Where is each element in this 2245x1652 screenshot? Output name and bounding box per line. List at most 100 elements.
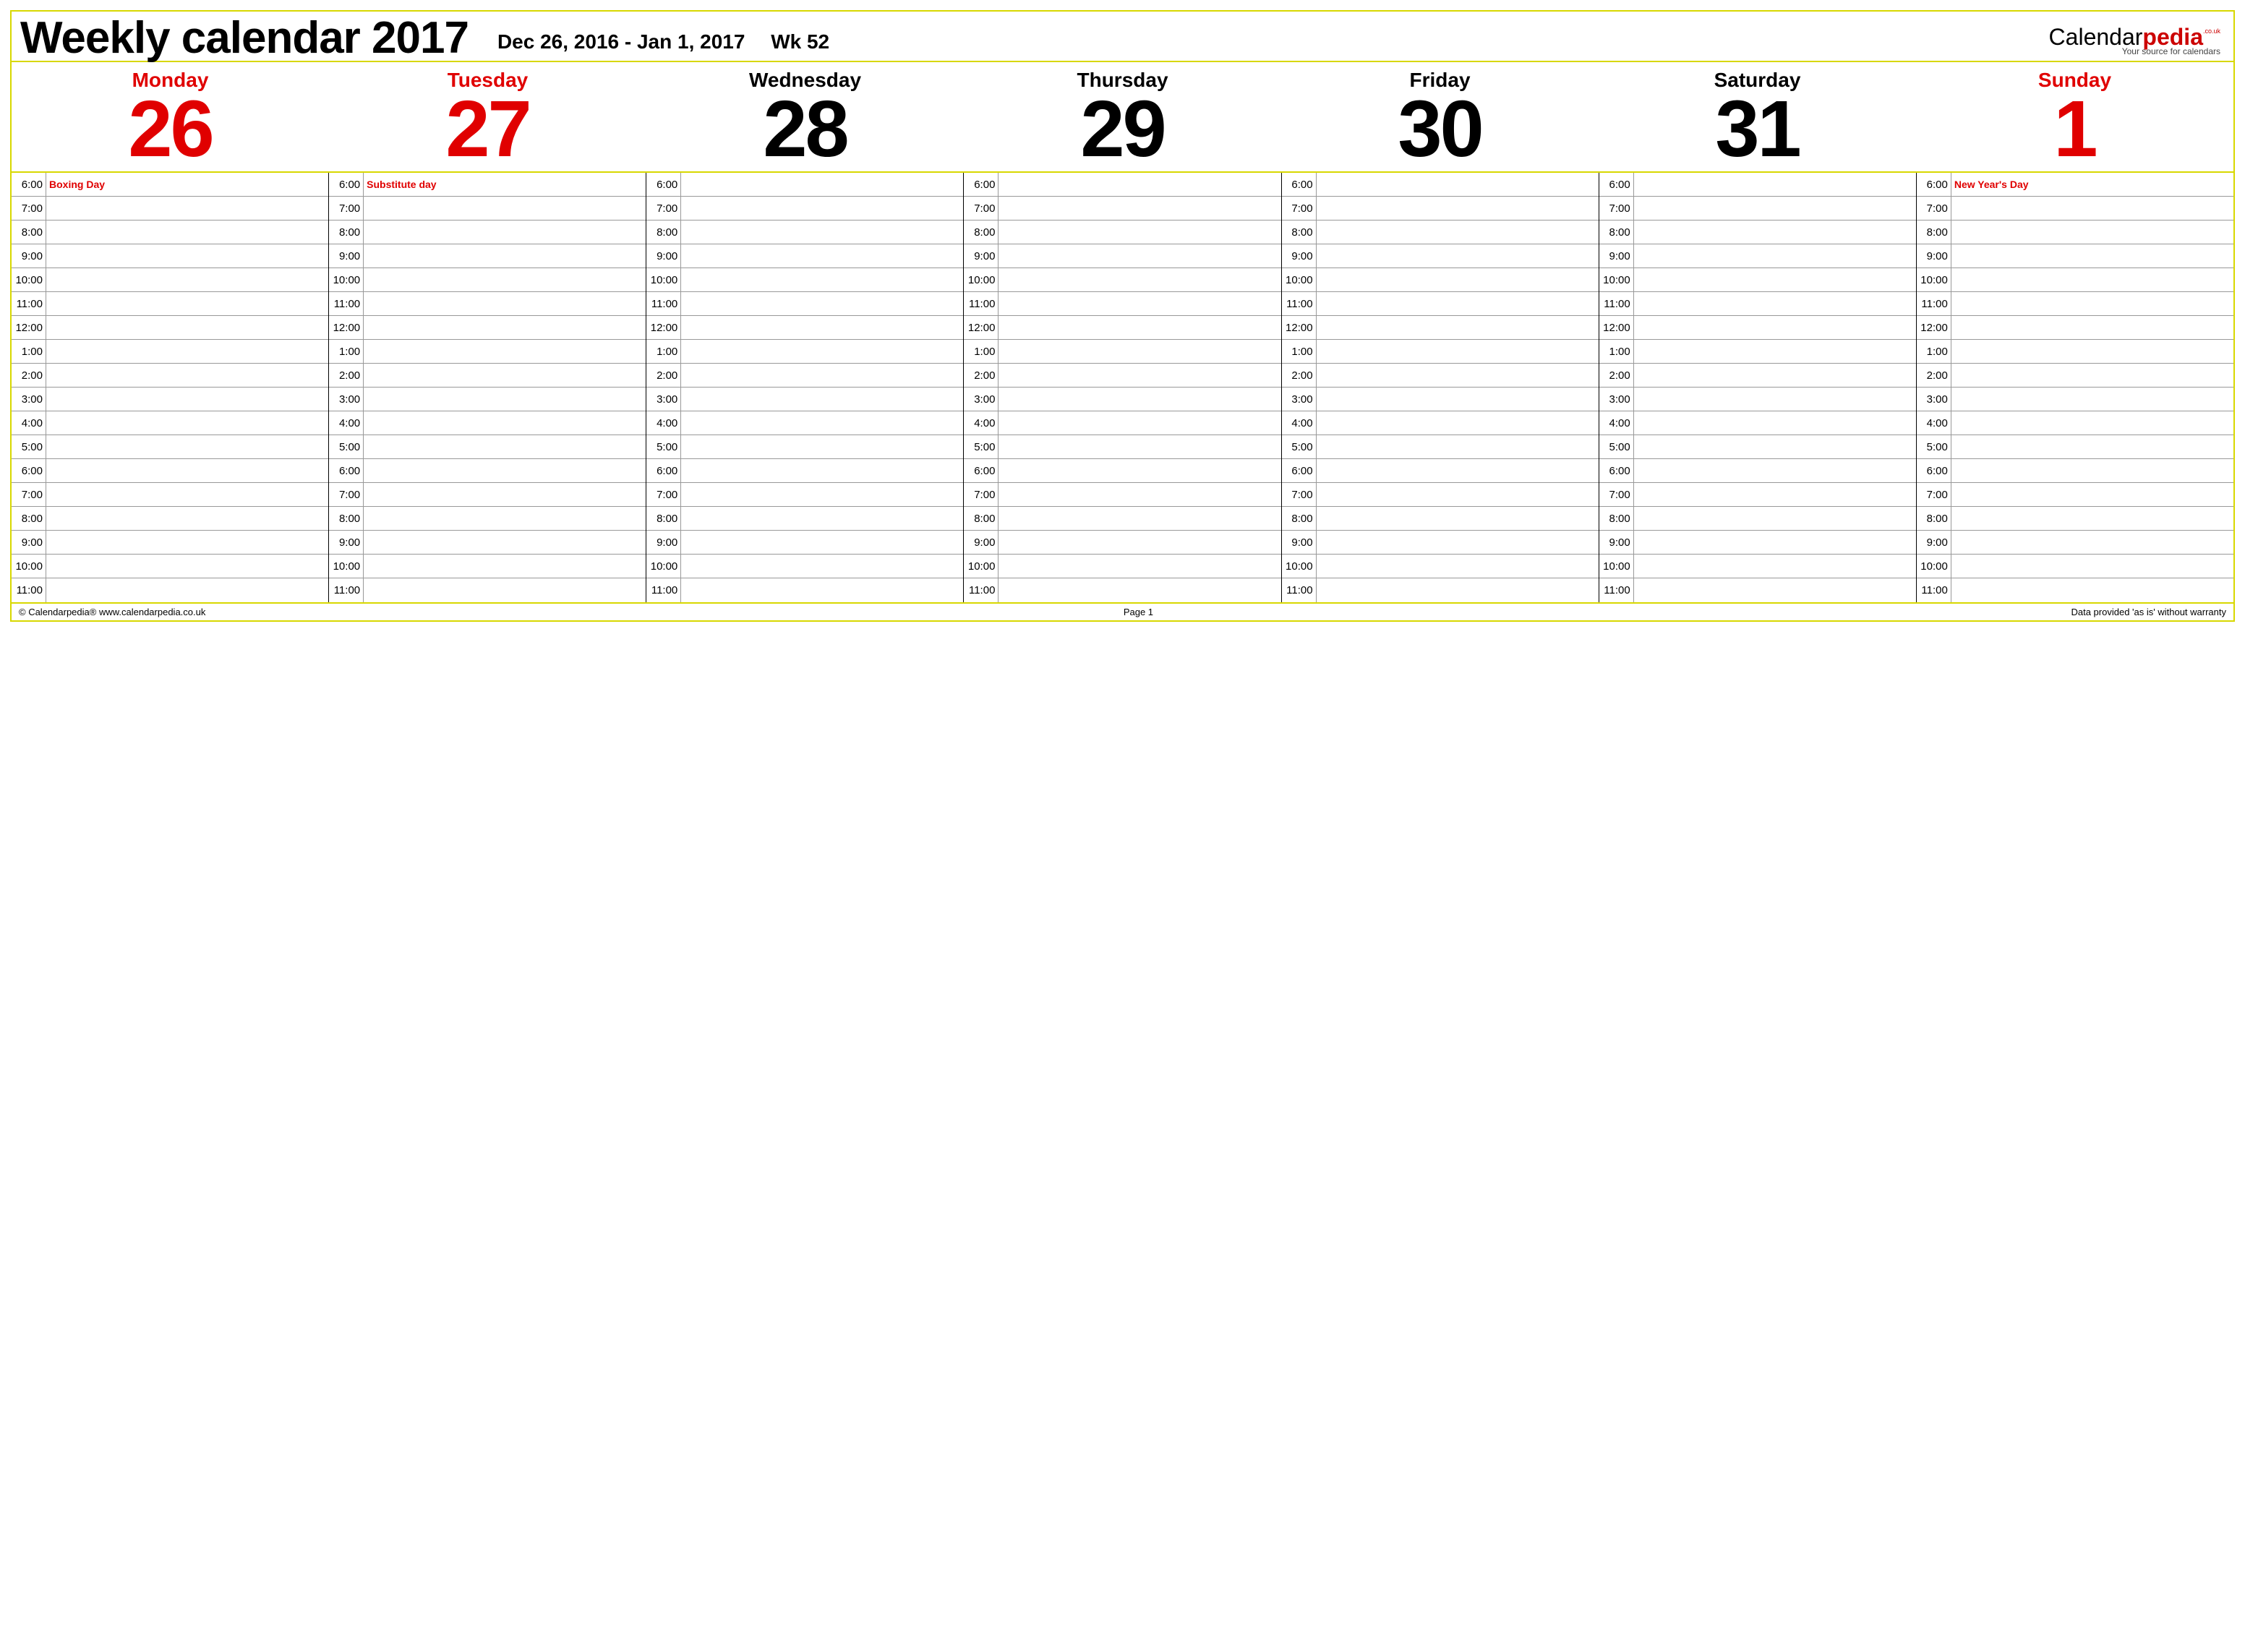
time-slot: 6:00Boxing Day [12, 173, 328, 197]
day-column: 6:007:008:009:0010:0011:0012:001:002:003… [1282, 173, 1599, 602]
time-slot: 1:00 [329, 340, 646, 364]
time-label: 9:00 [1917, 244, 1951, 268]
event-note [1317, 197, 1599, 220]
event-note [681, 555, 963, 578]
time-label: 7:00 [329, 197, 364, 220]
event-note [999, 340, 1280, 363]
time-label: 12:00 [1282, 316, 1317, 339]
event-note [46, 197, 328, 220]
event-note [681, 292, 963, 315]
time-slot: 7:00 [646, 197, 963, 221]
time-label: 9:00 [12, 244, 46, 268]
time-label: 2:00 [1282, 364, 1317, 387]
day-header: Saturday31 [1599, 62, 1916, 171]
time-label: 11:00 [964, 292, 999, 315]
event-note [1317, 411, 1599, 435]
event-note [1634, 340, 1916, 363]
event-note [1634, 197, 1916, 220]
event-note [1951, 555, 2233, 578]
brand-name: Calendarpedia.co.uk [2049, 27, 2220, 48]
time-slot: 1:00 [1282, 340, 1599, 364]
event-note [1317, 316, 1599, 339]
time-label: 6:00 [1282, 459, 1317, 482]
time-slot: 3:00 [1282, 388, 1599, 411]
event-note [364, 364, 646, 387]
day-number: 26 [12, 92, 329, 168]
time-slot: 10:00 [1282, 268, 1599, 292]
time-label: 5:00 [1917, 435, 1951, 458]
time-slot: 9:00 [329, 244, 646, 268]
event-note [1634, 435, 1916, 458]
time-slot: 4:00 [1917, 411, 2233, 435]
time-slot: 2:00 [12, 364, 328, 388]
event-note [999, 531, 1280, 554]
time-label: 10:00 [12, 555, 46, 578]
time-slot: 11:00 [1282, 578, 1599, 602]
day-number: 30 [1281, 92, 1599, 168]
header-range: Dec 26, 2016 - Jan 1, 2017 Wk 52 [497, 30, 2049, 61]
time-label: 6:00 [646, 173, 681, 196]
time-label: 6:00 [12, 459, 46, 482]
time-label: 2:00 [12, 364, 46, 387]
time-slot: 11:00 [1282, 292, 1599, 316]
time-label: 5:00 [646, 435, 681, 458]
time-slot: 2:00 [1282, 364, 1599, 388]
event-note [1951, 221, 2233, 244]
event-note [1317, 292, 1599, 315]
event-note [1951, 292, 2233, 315]
time-slot: 2:00 [1917, 364, 2233, 388]
time-label: 6:00 [1917, 459, 1951, 482]
time-slot: 11:00 [646, 292, 963, 316]
time-label: 1:00 [1282, 340, 1317, 363]
time-slot: 4:00 [1599, 411, 1916, 435]
event-note [46, 507, 328, 530]
time-slot: 7:00 [1599, 483, 1916, 507]
time-slot: 4:00 [646, 411, 963, 435]
time-label: 8:00 [964, 507, 999, 530]
time-label: 7:00 [329, 483, 364, 506]
time-slot: 11:00 [329, 292, 646, 316]
time-label: 8:00 [1917, 221, 1951, 244]
time-slot: 11:00 [1917, 292, 2233, 316]
day-column: 6:007:008:009:0010:0011:0012:001:002:003… [646, 173, 964, 602]
time-label: 8:00 [646, 507, 681, 530]
time-slot: 8:00 [646, 507, 963, 531]
event-note [1317, 555, 1599, 578]
time-slot: 6:00 [964, 173, 1280, 197]
time-slot: 7:00 [1917, 483, 2233, 507]
event-note [46, 388, 328, 411]
time-slot: 5:00 [329, 435, 646, 459]
time-label: 7:00 [1917, 197, 1951, 220]
day-column: 6:007:008:009:0010:0011:0012:001:002:003… [964, 173, 1281, 602]
time-slot: 3:00 [329, 388, 646, 411]
time-slot: 6:00 [1282, 459, 1599, 483]
time-slot: 1:00 [12, 340, 328, 364]
event-note [46, 268, 328, 291]
event-note [999, 435, 1280, 458]
time-label: 9:00 [329, 531, 364, 554]
date-range: Dec 26, 2016 - Jan 1, 2017 [497, 30, 745, 53]
event-note [999, 197, 1280, 220]
time-label: 8:00 [1917, 507, 1951, 530]
time-label: 9:00 [964, 531, 999, 554]
time-label: 4:00 [1599, 411, 1634, 435]
time-slot: 4:00 [1282, 411, 1599, 435]
day-column: 6:007:008:009:0010:0011:0012:001:002:003… [1599, 173, 1917, 602]
time-label: 9:00 [329, 244, 364, 268]
time-label: 7:00 [964, 197, 999, 220]
time-slot: 1:00 [646, 340, 963, 364]
time-slot: 9:00 [329, 531, 646, 555]
header: Weekly calendar 2017 Dec 26, 2016 - Jan … [12, 12, 2233, 62]
event-note [681, 268, 963, 291]
time-label: 10:00 [1917, 555, 1951, 578]
calendar-page: Weekly calendar 2017 Dec 26, 2016 - Jan … [10, 10, 2235, 622]
time-slot: 7:00 [1917, 197, 2233, 221]
time-slot: 6:00Substitute day [329, 173, 646, 197]
time-label: 1:00 [646, 340, 681, 363]
event-note [681, 316, 963, 339]
time-label: 10:00 [964, 268, 999, 291]
time-slot: 9:00 [1282, 244, 1599, 268]
time-label: 8:00 [329, 507, 364, 530]
event-note [46, 411, 328, 435]
event-note [999, 555, 1280, 578]
